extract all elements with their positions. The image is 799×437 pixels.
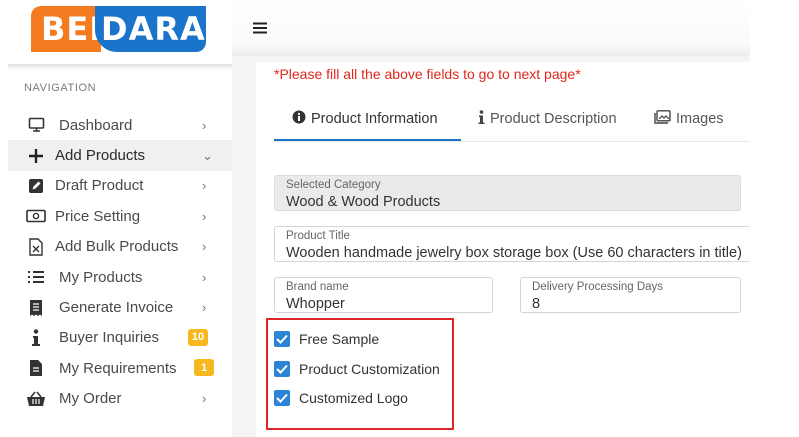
hamburger-icon[interactable]	[253, 14, 267, 40]
product-customization-checkbox[interactable]: Product Customization	[274, 361, 440, 377]
tab-label: Images	[676, 110, 724, 127]
product-tabs: Product Information Product Description …	[274, 100, 750, 142]
sidebar: BEL DARA NAVIGATION Dashboard › Add Prod…	[0, 0, 232, 437]
required-fields-warning: *Please fill all the above fields to go …	[274, 66, 581, 82]
monitor-icon	[25, 115, 47, 135]
sidebar-item-price-setting[interactable]: Price Setting ›	[8, 201, 232, 231]
tab-images[interactable]: Images	[654, 110, 724, 127]
inquiries-count-badge: 10	[188, 328, 208, 346]
product-title-field[interactable]: Product Title Wooden handmade jewelry bo…	[274, 226, 750, 262]
checkbox-label: Customized Logo	[299, 390, 408, 406]
sidebar-item-draft-product[interactable]: Draft Product ›	[8, 171, 232, 201]
info-circle-icon	[292, 110, 306, 127]
chevron-right-icon: ›	[202, 391, 207, 407]
sidebar-item-my-order[interactable]: My Order ›	[8, 384, 232, 414]
field-label: Product Title	[286, 230, 350, 242]
images-icon	[654, 110, 671, 127]
sidebar-divider	[8, 64, 232, 70]
field-label: Delivery Processing Days	[532, 281, 664, 293]
active-tab-indicator	[274, 139, 461, 141]
checkbox-label: Free Sample	[299, 331, 380, 347]
chevron-right-icon: ›	[202, 208, 207, 224]
sidebar-nav: Dashboard › Add Products ⌄ Draft Product…	[8, 110, 232, 414]
sidebar-item-add-products[interactable]: Add Products ⌄	[8, 140, 232, 171]
sidebar-item-label: Generate Invoice	[59, 299, 174, 317]
tabs-divider	[274, 141, 750, 142]
invoice-icon	[25, 298, 47, 318]
customized-logo-checkbox[interactable]: Customized Logo	[274, 390, 408, 406]
field-value: Wood & Wood Products	[286, 194, 441, 210]
sidebar-item-generate-invoice[interactable]: Generate Invoice ›	[8, 292, 232, 322]
chevron-right-icon: ›	[202, 269, 207, 285]
logo-part-dara: DARA	[95, 6, 206, 52]
tab-product-information[interactable]: Product Information	[292, 110, 438, 127]
checkbox-label: Product Customization	[299, 361, 440, 377]
sidebar-item-label: My Requirements	[59, 359, 177, 377]
basket-icon	[25, 389, 47, 409]
selected-category-field: Selected Category Wood & Wood Products	[274, 175, 741, 211]
chevron-right-icon: ›	[202, 117, 207, 133]
document-icon	[25, 358, 47, 378]
money-icon	[25, 206, 47, 226]
field-value: Whopper	[286, 296, 345, 312]
chevron-right-icon: ›	[202, 300, 207, 316]
field-value: Wooden handmade jewelry box storage box …	[286, 245, 742, 261]
info-icon	[25, 328, 47, 348]
sidebar-item-label: Add Bulk Products	[55, 238, 179, 256]
tab-label: Product Description	[490, 111, 617, 127]
sidebar-item-label: Price Setting	[55, 207, 141, 225]
brand-name-field[interactable]: Brand name Whopper	[274, 277, 493, 313]
requirements-count-badge: 1	[194, 359, 214, 377]
sidebar-item-label: Dashboard	[59, 116, 133, 134]
tab-label: Product Information	[311, 110, 438, 127]
sidebar-item-label: My Order	[59, 390, 122, 408]
field-label: Brand name	[286, 281, 349, 293]
excel-file-icon	[25, 237, 47, 257]
checkmark-icon[interactable]	[274, 390, 290, 406]
logo-part-bel: BEL	[31, 6, 110, 52]
info-icon	[478, 110, 485, 128]
sidebar-item-add-bulk-products[interactable]: Add Bulk Products ›	[8, 232, 232, 262]
sidebar-item-my-requirements[interactable]: My Requirements 1	[8, 353, 232, 383]
plus-icon	[25, 146, 47, 166]
sidebar-item-buyer-inquiries[interactable]: Buyer Inquiries 10	[8, 323, 232, 353]
free-sample-checkbox[interactable]: Free Sample	[274, 331, 379, 347]
top-bar	[232, 0, 750, 56]
sidebar-item-my-products[interactable]: My Products ›	[8, 262, 232, 292]
checkmark-icon[interactable]	[274, 361, 290, 377]
chevron-right-icon: ›	[202, 178, 207, 194]
tab-product-description[interactable]: Product Description	[478, 110, 617, 128]
sidebar-item-label: Buyer Inquiries	[59, 329, 160, 347]
checkmark-icon[interactable]	[274, 331, 290, 347]
sidebar-item-label: My Products	[59, 268, 143, 286]
chevron-right-icon: ›	[202, 239, 207, 255]
logo-area: BEL DARA	[0, 0, 232, 64]
nav-heading: NAVIGATION	[24, 82, 97, 94]
field-value: 8	[532, 296, 541, 312]
list-icon	[25, 267, 47, 287]
sidebar-item-label: Draft Product	[55, 177, 144, 195]
sidebar-item-dashboard[interactable]: Dashboard ›	[8, 110, 232, 140]
brand-logo[interactable]: BEL DARA	[31, 6, 206, 52]
edit-icon	[25, 176, 47, 196]
delivery-days-field[interactable]: Delivery Processing Days 8	[520, 277, 741, 313]
sidebar-item-label: Add Products	[55, 147, 146, 165]
field-label: Selected Category	[286, 179, 381, 191]
chevron-down-icon: ⌄	[202, 147, 213, 163]
